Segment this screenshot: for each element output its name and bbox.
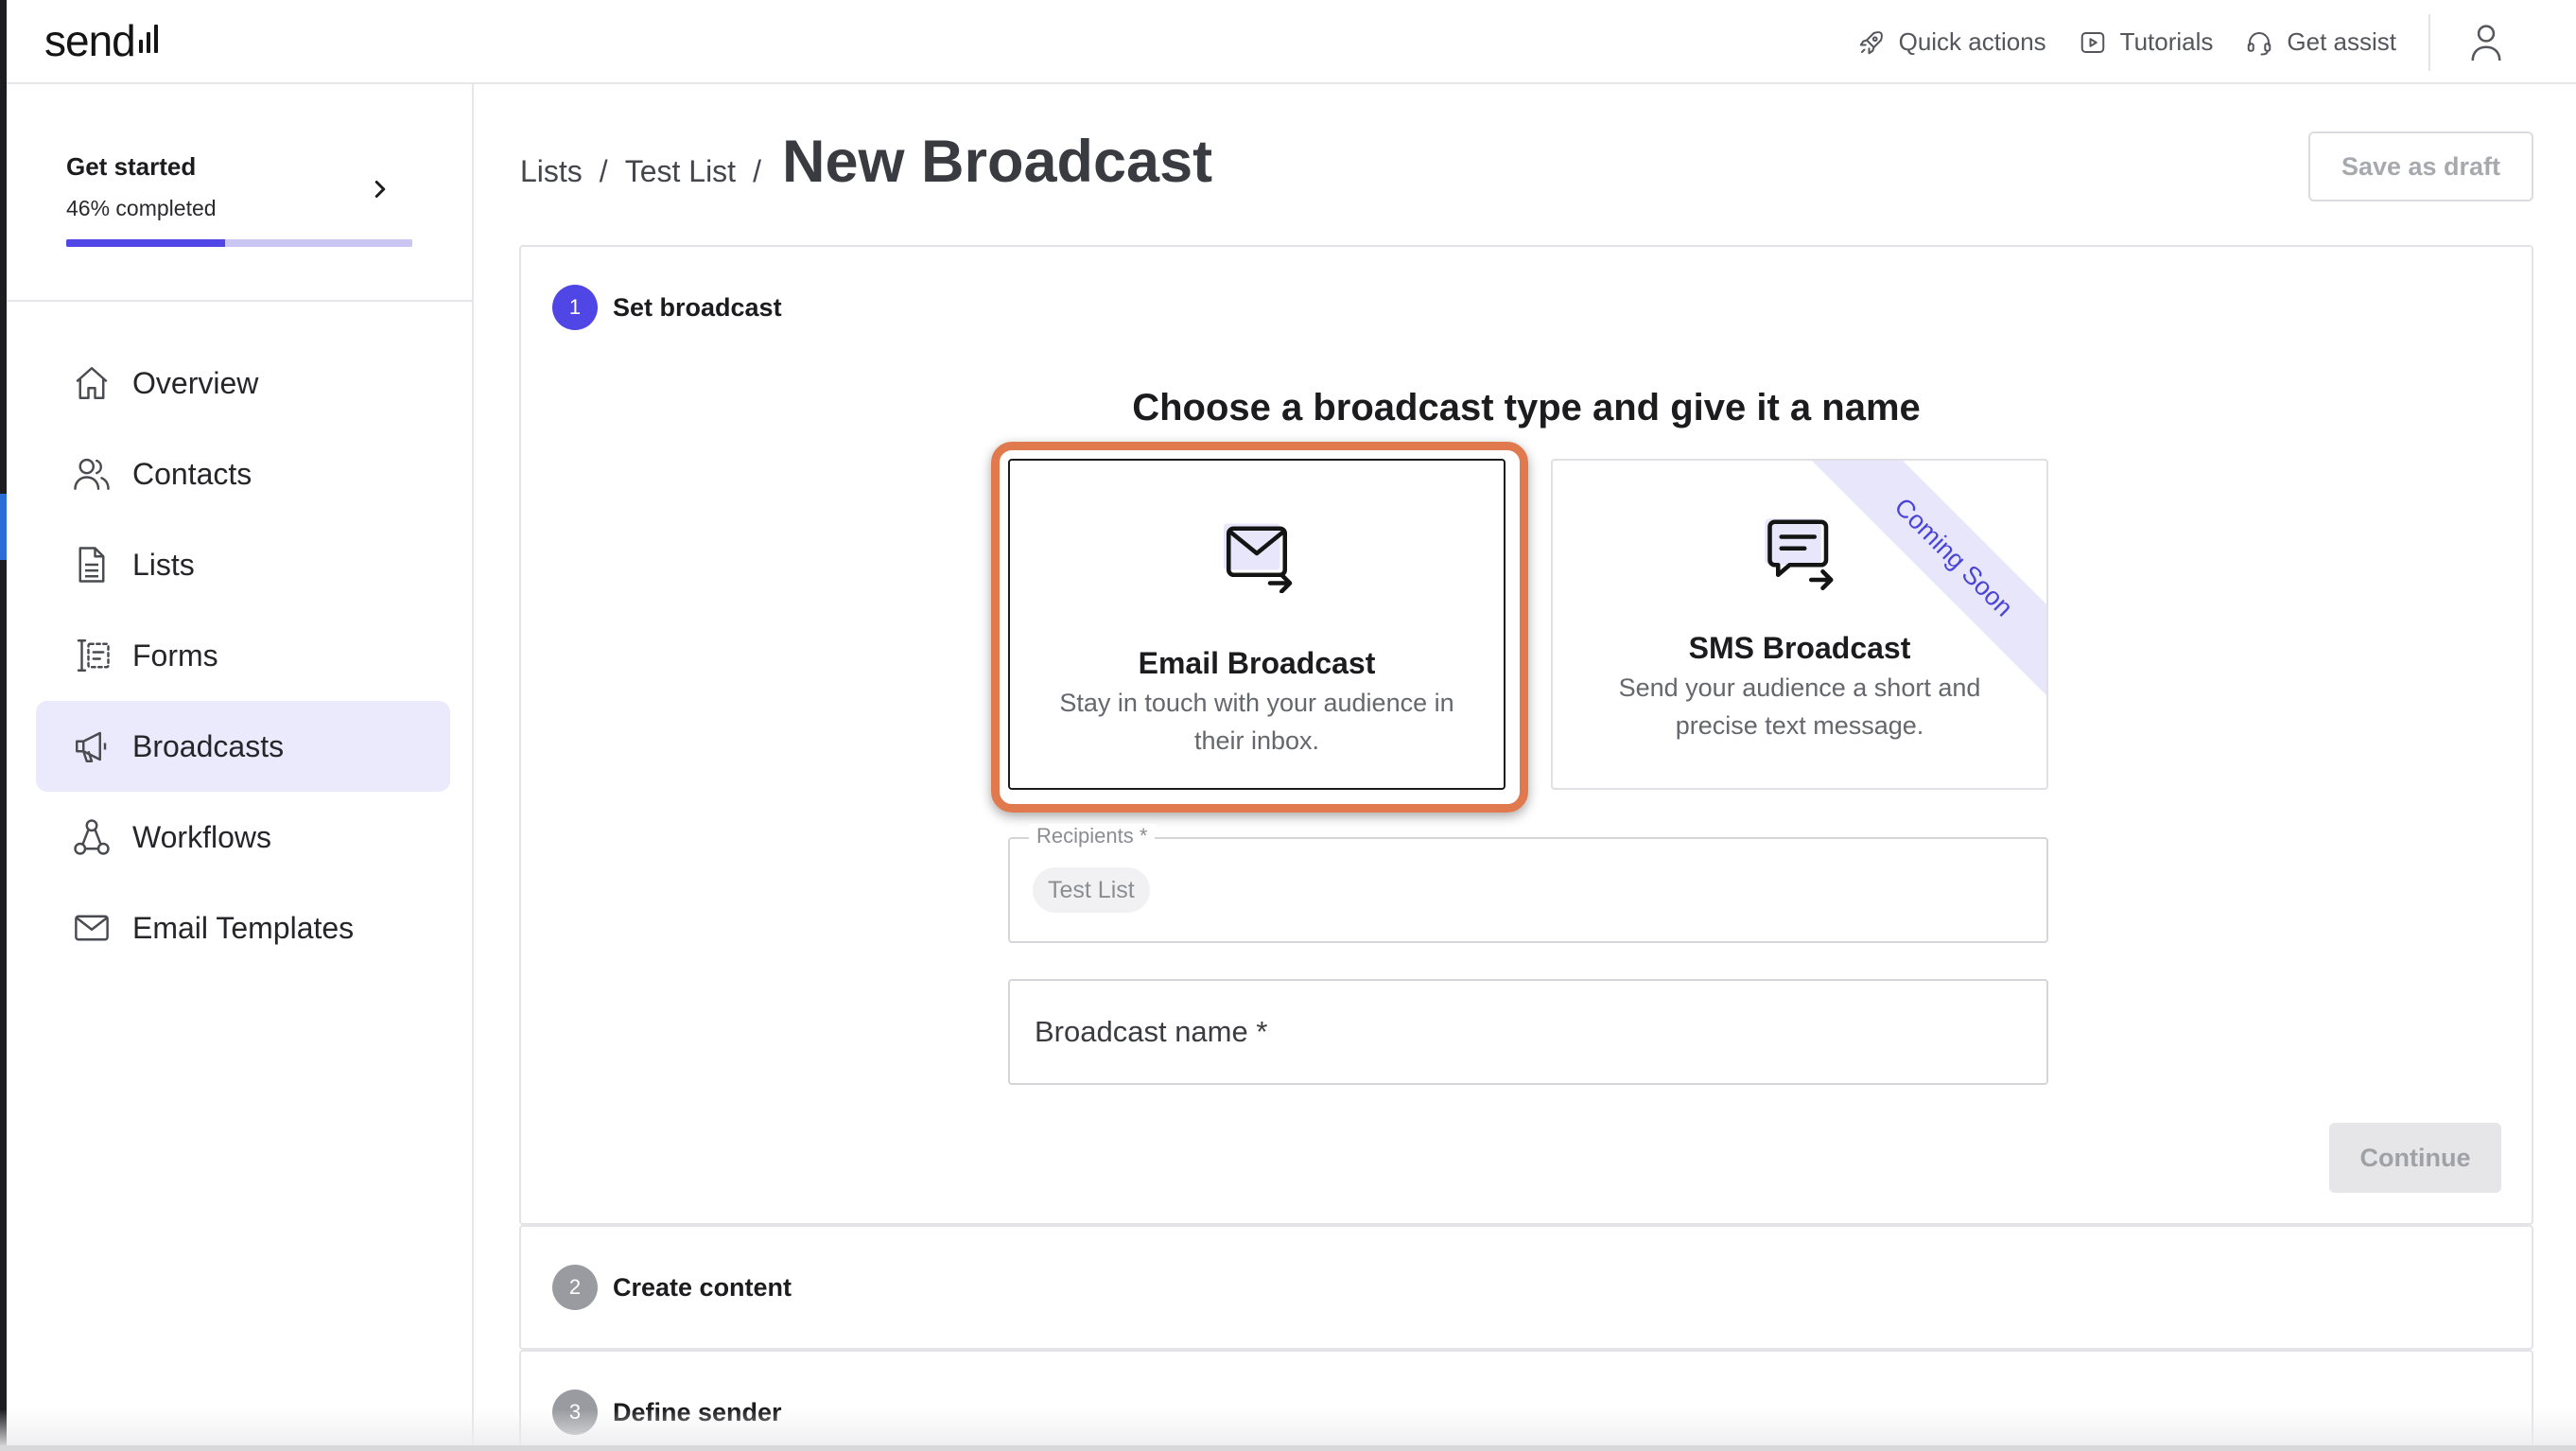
sidebar-item-label: Broadcasts	[132, 728, 285, 763]
quick-actions-button[interactable]: Quick actions	[1857, 27, 2046, 57]
mail-icon	[75, 915, 109, 941]
get-assist-label: Get assist	[2287, 27, 2396, 56]
get-started-title: Get started	[66, 152, 197, 181]
app-window: send Quick actions Tutorials Get assist …	[0, 0, 2576, 1451]
sidebar-item-label: Workflows	[132, 819, 271, 854]
tutorials-button[interactable]: Tutorials	[2079, 27, 2214, 57]
broadcast-type-heading: Choose a broadcast type and give it a na…	[1132, 387, 1921, 428]
sms-broadcast-title: SMS Broadcast	[1688, 631, 1911, 665]
top-nav-divider	[2428, 13, 2430, 71]
email-broadcast-description: Stay in touch with your audience in thei…	[1059, 689, 1454, 755]
sidebar-item-broadcasts[interactable]: Broadcasts	[36, 701, 450, 792]
logo-bars-icon	[138, 17, 158, 53]
step-set-broadcast-card: 1 Set broadcast Choose a broadcast type …	[519, 245, 2533, 1225]
document-icon	[78, 547, 105, 583]
sidebar-item-overview[interactable]: Overview	[36, 338, 450, 428]
user-icon[interactable]	[2468, 23, 2504, 62]
step-number-badge: 1	[552, 285, 598, 330]
step-title: Create content	[613, 1272, 792, 1302]
sidebar-item-label: Lists	[132, 547, 195, 582]
recipient-chip[interactable]: Test List	[1033, 867, 1150, 913]
recipients-field[interactable]: Recipients * Test List	[1008, 824, 2048, 943]
step-number-badge: 2	[552, 1265, 598, 1310]
step-header: 2 Create content	[552, 1265, 792, 1310]
breadcrumb-test-list-link[interactable]: Test List	[625, 154, 736, 189]
quick-actions-label: Quick actions	[1898, 27, 2046, 56]
tutorials-label: Tutorials	[2119, 27, 2214, 56]
sidebar-item-label: Overview	[132, 365, 259, 400]
recipients-label: Recipients *	[1029, 824, 1156, 848]
sidebar-item-workflows[interactable]: Workflows	[36, 792, 450, 883]
breadcrumb: Lists / Test List / New Broadcast	[520, 128, 1212, 196]
rocket-icon	[1859, 30, 1883, 54]
play-icon	[2080, 31, 2104, 53]
logo[interactable]: send	[44, 15, 158, 66]
sidebar: Get started 46% completed Overview Conta…	[7, 84, 474, 1451]
users-icon	[74, 458, 110, 490]
sidebar-item-contacts[interactable]: Contacts	[36, 428, 450, 519]
sidebar-item-email-templates[interactable]: Email Templates	[36, 883, 450, 973]
email-broadcast-option[interactable]: Email Broadcast Stay in touch with your …	[1008, 459, 1506, 790]
get-assist-button[interactable]: Get assist	[2245, 27, 2396, 57]
logo-text: send	[44, 16, 136, 65]
breadcrumb-separator: /	[599, 154, 608, 188]
message-send-icon	[1765, 518, 1834, 591]
progress-bar-fill	[66, 239, 226, 247]
chevron-right-icon[interactable]	[366, 175, 394, 203]
workflow-icon	[74, 819, 110, 855]
email-broadcast-title: Email Broadcast	[1138, 646, 1376, 680]
breadcrumb-separator: /	[753, 154, 761, 188]
step-header[interactable]: 1 Set broadcast	[552, 285, 782, 330]
sms-broadcast-option[interactable]: SMS Broadcast Send your audience a short…	[1551, 459, 2048, 790]
top-bar: send Quick actions Tutorials Get assist	[7, 0, 2576, 84]
breadcrumb-lists-link[interactable]: Lists	[520, 154, 583, 189]
page-title: New Broadcast	[781, 129, 1213, 195]
broadcast-name-label: Broadcast name *	[1035, 1015, 1268, 1048]
save-as-draft-button[interactable]: Save as draft	[2308, 131, 2533, 201]
form-icon	[77, 639, 110, 672]
get-started-panel[interactable]: Get started 46% completed	[7, 84, 472, 302]
get-started-progress-text: 46% completed	[66, 196, 217, 220]
sidebar-item-lists[interactable]: Lists	[36, 519, 450, 610]
megaphone-icon	[76, 731, 107, 762]
sidebar-item-label: Contacts	[132, 456, 252, 491]
sms-broadcast-description: Send your audience a short and precise t…	[1618, 673, 1981, 740]
top-nav: Quick actions Tutorials Get assist	[1857, 0, 2576, 84]
continue-button[interactable]: Continue	[2329, 1123, 2501, 1193]
mail-send-icon	[1224, 523, 1293, 593]
main-content: Lists / Test List / New Broadcast Save a…	[474, 84, 2576, 1451]
step-title: Set broadcast	[613, 292, 782, 322]
sidebar-nav: Overview Contacts Lists Forms Broadcasts…	[36, 338, 450, 973]
sidebar-item-forms[interactable]: Forms	[36, 610, 450, 701]
home-icon	[76, 367, 108, 399]
get-started-progress-bar	[66, 239, 412, 247]
headset-icon	[2248, 31, 2271, 55]
window-edge-accent	[0, 494, 7, 560]
bottom-edge	[0, 1445, 2576, 1451]
step-create-content-card[interactable]: 2 Create content	[519, 1225, 2533, 1350]
broadcast-name-input[interactable]: Broadcast name *	[1008, 979, 2048, 1085]
sidebar-item-label: Forms	[132, 638, 218, 673]
window-edge	[0, 0, 7, 1451]
sidebar-item-label: Email Templates	[132, 910, 355, 945]
